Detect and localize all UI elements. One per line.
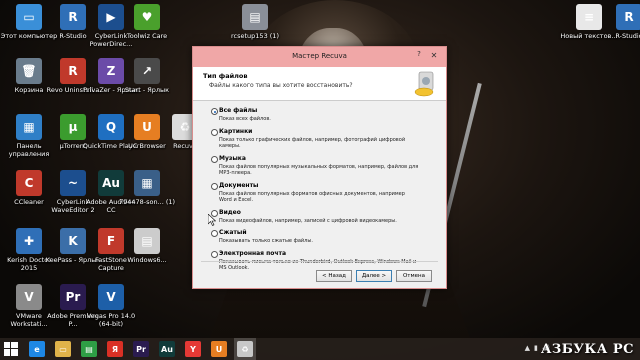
desktop-icon-label: rcsetup153 (1) — [231, 32, 279, 40]
dialog-buttons: < Назад Далее > Отмена — [316, 270, 432, 282]
icon-file-794478-icon: ▦ — [134, 170, 160, 196]
taskbar-uc[interactable]: U — [208, 338, 230, 360]
back-button[interactable]: < Назад — [316, 270, 352, 282]
dialog-title: Мастер Recuva — [292, 52, 347, 60]
desktop-icon-label: Windows6... — [127, 256, 167, 264]
taskbar-audition-icon: Au — [159, 341, 175, 357]
dialog-header: Тип файлов Файлы какого типа вы хотите в… — [193, 67, 446, 101]
dialog-titlebar[interactable]: Мастер Recuva ? ✕ — [193, 47, 446, 67]
icon-new-text-icon: ≡ — [576, 4, 602, 30]
option-title: Видео — [219, 208, 241, 216]
option-title: Документы — [219, 181, 259, 189]
icon-rcsetup[interactable]: ▤ rcsetup153 (1) — [226, 4, 284, 40]
cancel-button[interactable]: Отмена — [396, 270, 432, 282]
taskbar-explorer[interactable]: ▭ — [52, 338, 74, 360]
taskbar-recuva[interactable]: ♻ — [234, 338, 256, 360]
desktop-icon-label: R-Studio — [615, 32, 640, 40]
icon-r-studio-2[interactable]: R R-Studio — [600, 4, 640, 40]
radio-button[interactable] — [211, 182, 218, 190]
option-title: Картинки — [219, 127, 253, 135]
icon-toolwiz-care-icon: ♥ — [134, 4, 160, 30]
tray-network-icon[interactable]: ▮ — [534, 344, 538, 352]
radio-button[interactable] — [211, 128, 218, 136]
icon-recycle-bin-icon: 🗑 — [16, 58, 42, 84]
desktop-icon-label: Vegas Pro 14.0 (64-bit) — [86, 312, 136, 328]
taskbar-apps: e ▭ ▤ Я Pr Au Y U ♻ — [26, 338, 260, 360]
icon-this-computer-icon: ▭ — [16, 4, 42, 30]
taskbar-store-icon: ▤ — [81, 341, 97, 357]
option-title: Электронная почта — [219, 249, 287, 257]
close-button[interactable]: ✕ — [425, 49, 443, 62]
next-button[interactable]: Далее > — [356, 270, 392, 282]
icon-vegas-pro-icon: V — [98, 284, 124, 310]
taskbar-store[interactable]: ▤ — [78, 338, 100, 360]
desktop-icon-label: Start - Ярлык — [124, 86, 170, 94]
taskbar-yandex-browser-icon: Y — [185, 341, 201, 357]
icon-start-icon: ↗ — [134, 58, 160, 84]
taskbar: e ▭ ▤ Я Pr Au Y U ♻ ▲ ▮ ◄) АЗБУКА PC — [0, 338, 640, 360]
taskbar-yandex-icon: Я — [107, 341, 123, 357]
header-title: Тип файлов — [203, 72, 248, 80]
option-description: Показ всех файлов. — [219, 116, 271, 122]
taskbar-ie[interactable]: e — [26, 338, 48, 360]
tray-arrow-icon[interactable]: ▲ — [525, 344, 530, 352]
start-button[interactable] — [0, 338, 22, 360]
taskbar-uc-icon: U — [211, 341, 227, 357]
dialog-separator — [201, 261, 438, 262]
option-title: Музыка — [219, 154, 246, 162]
icon-control-panel-icon: ▦ — [16, 114, 42, 140]
icon-windows6-icon: ▤ — [134, 228, 160, 254]
mouse-cursor-icon — [208, 214, 216, 226]
file-type-option[interactable]: Видео Показ видеофайлов, например, записе… — [211, 208, 446, 225]
taskbar-recuva-icon: ♻ — [237, 341, 253, 357]
icon-vmware-icon: V — [16, 284, 42, 310]
option-description: Показ файлов популярных форматов офисных… — [219, 190, 405, 204]
file-type-option[interactable]: Сжатый Показывать только сжатые файлы. — [211, 229, 446, 245]
taskbar-audition[interactable]: Au — [156, 338, 178, 360]
option-description: Показывать только сжатые файлы. — [219, 238, 313, 244]
taskbar-yandex[interactable]: Я — [104, 338, 126, 360]
option-description: Показ только графических файлов, наприме… — [219, 136, 406, 150]
icon-file-794478[interactable]: ▦ 794478-son... (1) — [118, 170, 176, 206]
taskbar-yandex-browser[interactable]: Y — [182, 338, 204, 360]
taskbar-explorer-icon: ▭ — [55, 341, 71, 357]
taskbar-premiere[interactable]: Pr — [130, 338, 152, 360]
desktop-icon-label: Toolwiz Care — [126, 32, 168, 40]
icon-ccleaner-icon: C — [16, 170, 42, 196]
radio-button[interactable] — [211, 250, 218, 258]
file-type-option[interactable]: Музыка Показ файлов популярных музыкальны… — [211, 154, 446, 177]
recuva-wizard-dialog: Мастер Recuva ? ✕ Тип файлов Файлы каког… — [192, 46, 447, 289]
recuva-logo-icon — [414, 71, 434, 97]
header-subtitle: Файлы какого типа вы хотите восстановить… — [209, 82, 353, 89]
taskbar-ie-icon: e — [29, 341, 45, 357]
option-title: Сжатый — [219, 229, 247, 236]
desktop-icon-label: 794478-son... (1) — [118, 198, 176, 206]
icon-toolwiz-care[interactable]: ♥ Toolwiz Care — [118, 4, 176, 40]
windows-logo-icon — [4, 342, 18, 356]
icon-windows6[interactable]: ▤ Windows6... — [118, 228, 176, 264]
file-type-option[interactable]: Все файлы Показ всех файлов. — [211, 107, 446, 123]
file-type-option[interactable]: Картинки Показ только графических файлов,… — [211, 127, 446, 150]
option-title: Все файлы — [219, 107, 258, 114]
radio-button[interactable] — [211, 155, 218, 163]
radio-button[interactable] — [211, 230, 218, 237]
option-description: Показ файлов популярных музыкальных форм… — [219, 163, 419, 177]
watermark: АЗБУКА PC — [540, 342, 634, 357]
file-type-option[interactable]: Документы Показ файлов популярных формато… — [211, 181, 446, 204]
file-type-options: Все файлы Показ всех файлов. Картинки Показ… — [193, 101, 446, 272]
icon-vegas-pro[interactable]: V Vegas Pro 14.0 (64-bit) — [82, 284, 140, 328]
icon-rcsetup-icon: ▤ — [242, 4, 268, 30]
help-button[interactable]: ? — [414, 50, 424, 62]
option-description: Показ видеофайлов, например, записей с ц… — [219, 217, 397, 224]
radio-button[interactable] — [211, 108, 218, 115]
taskbar-premiere-icon: Pr — [133, 341, 149, 357]
icon-r-studio-2-icon: R — [616, 4, 640, 30]
icon-start[interactable]: ↗ Start - Ярлык — [118, 58, 176, 94]
icon-kerish-doctor-icon: ✚ — [16, 228, 42, 254]
